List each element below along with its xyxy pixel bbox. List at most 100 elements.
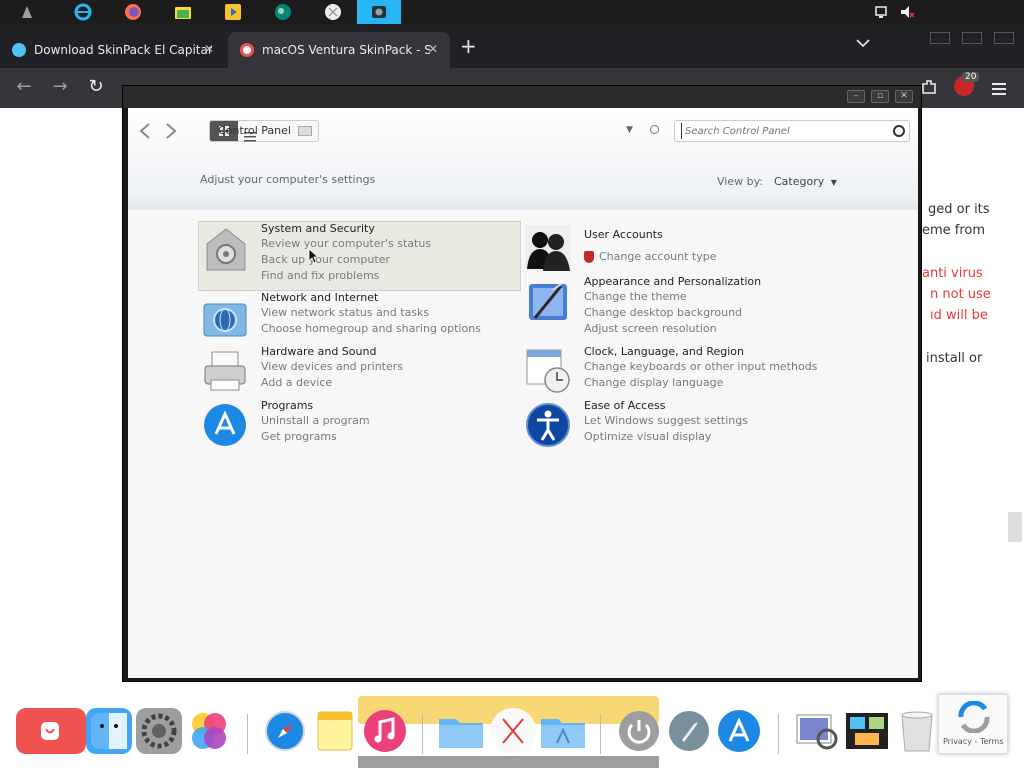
- launcher-icon[interactable]: [14, 2, 40, 22]
- category-link[interactable]: Back up your computer: [261, 253, 390, 266]
- forward-arrow-icon[interactable]: →: [48, 76, 72, 97]
- category-link[interactable]: Change keyboards or other input methods: [584, 360, 817, 373]
- search-input[interactable]: [681, 123, 881, 139]
- preview-photos-icon[interactable]: [794, 708, 840, 754]
- category-title[interactable]: System and Security: [261, 222, 375, 235]
- chrome-favicon-icon: [240, 43, 254, 57]
- shield-icon: [584, 251, 594, 263]
- music-icon[interactable]: [362, 708, 408, 754]
- category-appearance-and-personalization[interactable]: Appearance and Personalization: [584, 275, 761, 288]
- window-titlebar[interactable]: – ▫ ✕: [123, 86, 921, 108]
- system-preferences-gear-icon[interactable]: [136, 708, 182, 754]
- minimize-window-button[interactable]: [930, 32, 950, 44]
- safari-compass-icon[interactable]: [262, 708, 308, 754]
- network-icon[interactable]: [868, 2, 894, 22]
- category-ease-of-access[interactable]: Ease of Access: [584, 399, 665, 412]
- folder-icon[interactable]: [438, 708, 484, 754]
- menu-icon[interactable]: [992, 80, 1006, 99]
- recaptcha-links[interactable]: Privacy - Terms: [943, 737, 1004, 746]
- control-panel-header: Control Panel ▼ Adjust your computer's s…: [128, 108, 918, 210]
- category-programs[interactable]: Programs: [261, 399, 313, 412]
- category-link[interactable]: Change account type: [599, 250, 717, 263]
- tab-skinpack-el-capitan[interactable]: Download SkinPack El Capitan by ✕: [0, 32, 226, 68]
- page-text-line: eme from: [922, 223, 986, 238]
- close-tab-icon[interactable]: ✕: [204, 42, 214, 56]
- dock-separator: [422, 714, 423, 754]
- files-icon[interactable]: [170, 2, 196, 22]
- search-icon[interactable]: [893, 125, 905, 137]
- x-app-icon[interactable]: [490, 708, 536, 754]
- category-link[interactable]: View devices and printers: [261, 360, 403, 373]
- category-link[interactable]: Choose homegroup and sharing options: [261, 322, 481, 335]
- category-link[interactable]: Add a device: [261, 376, 332, 389]
- game-center-icon[interactable]: [186, 708, 232, 754]
- minimize-button[interactable]: –: [847, 90, 865, 103]
- category-link[interactable]: View network status and tasks: [261, 306, 429, 319]
- power-icon[interactable]: [616, 708, 662, 754]
- category-link[interactable]: Find and fix problems: [261, 269, 379, 282]
- category-link[interactable]: Change desktop background: [584, 306, 742, 319]
- control-panel-window: – ▫ ✕ Control Panel ▼ Search Control Pan…: [122, 85, 922, 682]
- close-button[interactable]: ✕: [895, 90, 913, 103]
- applications-folder-icon[interactable]: [540, 708, 586, 754]
- category-link[interactable]: Optimize visual display: [584, 430, 711, 443]
- tab-search-chevron-icon[interactable]: [856, 36, 870, 52]
- view-toggle-group: Control Panel: [209, 120, 319, 142]
- volume-muted-icon[interactable]: [894, 2, 920, 22]
- maximize-button[interactable]: ▫: [871, 90, 889, 103]
- page-scrollbar-thumb[interactable]: [1008, 512, 1022, 542]
- forward-chevron-icon[interactable]: [164, 122, 178, 144]
- page-text-line: install or: [926, 351, 983, 366]
- app-store-dock-icon[interactable]: [716, 708, 762, 754]
- category-link[interactable]: Change the theme: [584, 290, 687, 303]
- category-network-and-internet[interactable]: Network and Internet: [261, 291, 378, 304]
- column-view-icon[interactable]: [298, 126, 312, 136]
- refresh-icon[interactable]: [650, 125, 659, 134]
- notes-icon[interactable]: [312, 708, 358, 754]
- mouse-cursor-icon: [308, 248, 320, 268]
- extension-badge: 20: [962, 72, 980, 82]
- top-taskbar: [0, 0, 1024, 24]
- media-player-icon[interactable]: [220, 2, 246, 22]
- address-bar-text: Control Panel: [218, 124, 291, 137]
- category-link[interactable]: Get programs: [261, 430, 337, 443]
- page-text-line: ıd will be: [930, 308, 988, 323]
- camera-icon[interactable]: [357, 0, 401, 24]
- maximize-window-button[interactable]: [962, 32, 982, 44]
- search-box[interactable]: [674, 120, 910, 142]
- close-tab-icon[interactable]: ✕: [428, 42, 438, 56]
- category-link[interactable]: Review your computer's status: [261, 237, 431, 250]
- view-by-dropdown[interactable]: Category ▼: [774, 175, 837, 188]
- tab-macos-ventura-skinpack[interactable]: macOS Ventura SkinPack - SkinPa ✕: [228, 32, 450, 68]
- safari-like-icon[interactable]: [320, 2, 346, 22]
- category-link[interactable]: Let Windows suggest settings: [584, 414, 748, 427]
- mission-control-icon[interactable]: [844, 708, 890, 754]
- category-link[interactable]: Adjust screen resolution: [584, 322, 717, 335]
- category-system-and-security[interactable]: System and Security Review your computer…: [198, 221, 521, 291]
- launchpad-rocket-icon[interactable]: [666, 708, 712, 754]
- page-text-line: anti virus: [922, 266, 983, 281]
- coffee-cup-icon[interactable]: [16, 708, 86, 754]
- extensions-puzzle-icon[interactable]: [920, 78, 938, 100]
- firefox-icon[interactable]: [120, 2, 146, 22]
- internet-explorer-icon[interactable]: [70, 2, 96, 22]
- category-clock-language-and-region[interactable]: Clock, Language, and Region: [584, 345, 744, 358]
- accessibility-icon: [525, 402, 571, 448]
- green-app-icon[interactable]: [270, 2, 296, 22]
- recaptcha-badge[interactable]: Privacy - Terms: [938, 694, 1008, 754]
- dropdown-arrow-icon[interactable]: ▼: [626, 125, 633, 135]
- trash-icon[interactable]: [894, 708, 940, 754]
- close-window-button[interactable]: [994, 32, 1014, 44]
- category-user-accounts[interactable]: User Accounts: [584, 228, 663, 241]
- finder-icon[interactable]: [86, 708, 132, 754]
- category-hardware-and-sound[interactable]: Hardware and Sound: [261, 345, 376, 358]
- category-link[interactable]: Uninstall a program: [261, 414, 370, 427]
- back-arrow-icon[interactable]: ←: [12, 76, 36, 97]
- back-chevron-icon[interactable]: [138, 122, 152, 144]
- clock-calendar-icon: [525, 348, 571, 394]
- header-text: Adjust your computer's settings: [200, 173, 376, 186]
- new-tab-button[interactable]: +: [460, 34, 477, 58]
- category-link[interactable]: Change display language: [584, 376, 723, 389]
- reload-icon[interactable]: ↻: [84, 76, 108, 97]
- page-text-line: ged or its: [928, 202, 990, 217]
